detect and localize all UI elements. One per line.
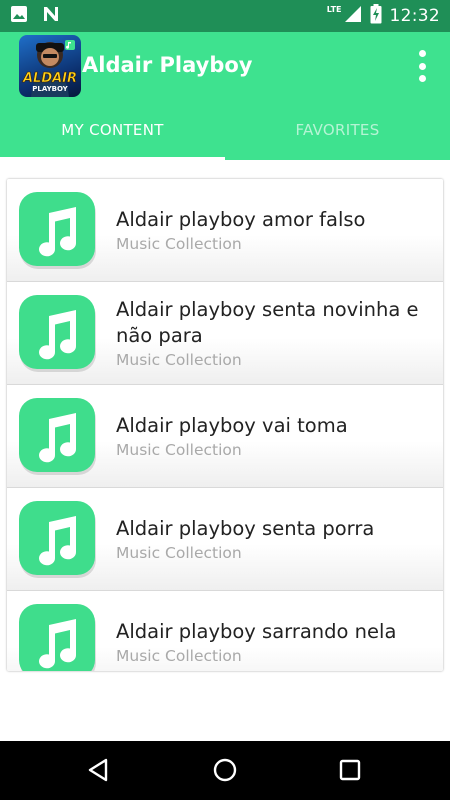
- list-item[interactable]: Aldair playboy amor falso Music Collecti…: [7, 179, 443, 282]
- list-item[interactable]: Aldair playboy senta porra Music Collect…: [7, 488, 443, 591]
- music-note-icon: [19, 192, 96, 269]
- song-subtitle: Music Collection: [116, 350, 242, 369]
- tab-indicator: [0, 157, 225, 160]
- song-subtitle: Music Collection: [116, 440, 242, 459]
- music-note-icon: [19, 398, 96, 475]
- music-note-icon: [19, 501, 96, 578]
- artist-avatar-icon: ALDAIR PLAYBOY: [19, 35, 81, 97]
- signal-icon: [344, 5, 362, 27]
- navigation-bar: [0, 741, 450, 800]
- app-screen: LTE 12:32 ALDAIR PLAYBOY Aldair Playboy …: [0, 0, 450, 800]
- app-title: Aldair Playboy: [82, 53, 253, 77]
- tab-my-content-label: MY CONTENT: [61, 121, 164, 139]
- song-list: Aldair playboy amor falso Music Collecti…: [7, 179, 443, 671]
- status-bar: LTE 12:32: [0, 0, 450, 32]
- song-title: Aldair playboy senta novinha e não para: [116, 297, 419, 347]
- song-title: Aldair playboy sarrando nela: [116, 619, 397, 643]
- n-icon: [42, 5, 60, 27]
- tab-favorites[interactable]: FAVORITES: [225, 100, 450, 160]
- status-time: 12:32: [389, 6, 440, 26]
- recents-icon[interactable]: [335, 755, 365, 785]
- music-note-icon: [19, 604, 96, 671]
- song-title: Aldair playboy vai toma: [116, 413, 348, 437]
- song-subtitle: Music Collection: [116, 543, 242, 562]
- song-subtitle: Music Collection: [116, 646, 242, 665]
- list-item[interactable]: Aldair playboy vai toma Music Collection: [7, 385, 443, 488]
- home-icon[interactable]: [210, 755, 240, 785]
- battery-charging-icon: [370, 4, 382, 28]
- tab-my-content[interactable]: MY CONTENT: [0, 100, 225, 160]
- list-item[interactable]: Aldair playboy senta novinha e não para …: [7, 282, 443, 385]
- image-icon: [10, 5, 28, 27]
- toolbar: ALDAIR PLAYBOY Aldair Playboy: [0, 32, 450, 100]
- network-type: LTE: [326, 4, 342, 14]
- back-icon[interactable]: [84, 755, 114, 785]
- song-title: Aldair playboy senta porra: [116, 516, 375, 540]
- more-vert-icon[interactable]: [410, 48, 434, 84]
- song-title: Aldair playboy amor falso: [116, 207, 366, 231]
- app-bar: ALDAIR PLAYBOY Aldair Playboy MY CONTENT…: [0, 32, 450, 160]
- tab-favorites-label: FAVORITES: [295, 121, 380, 139]
- svg-text:ALDAIR: ALDAIR: [22, 71, 77, 86]
- tab-bar: MY CONTENT FAVORITES: [0, 100, 450, 160]
- svg-text:PLAYBOY: PLAYBOY: [32, 85, 68, 93]
- list-item[interactable]: Aldair playboy sarrando nela Music Colle…: [7, 591, 443, 671]
- song-subtitle: Music Collection: [116, 234, 242, 253]
- music-note-icon: [19, 295, 96, 372]
